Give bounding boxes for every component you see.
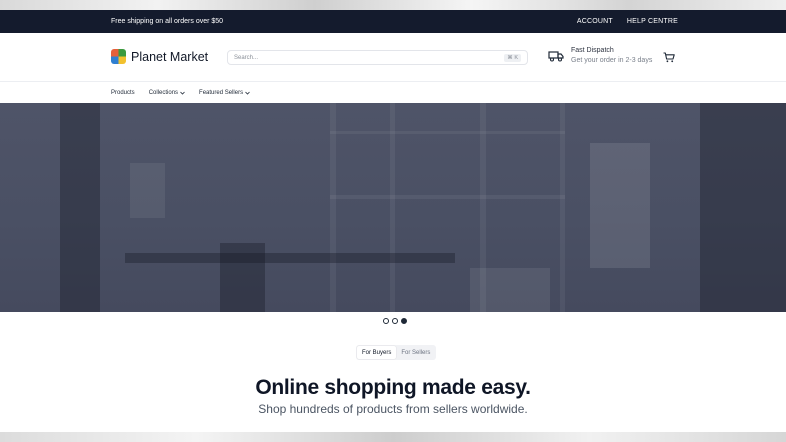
hero-banner-image — [0, 103, 786, 312]
nav-item-products[interactable]: Products — [111, 90, 135, 96]
for-sellers-tab[interactable]: For Sellers — [396, 346, 435, 359]
truck-icon — [548, 50, 564, 62]
for-buyers-tab[interactable]: For Buyers — [357, 346, 397, 359]
utility-links: ACCOUNT HELP CENTRE — [577, 18, 678, 25]
nav-item-collections[interactable]: Collections — [149, 90, 185, 96]
page-edge-top — [0, 0, 786, 10]
page-edge-bottom — [0, 432, 786, 442]
logo-icon — [111, 49, 126, 64]
carousel-indicators — [383, 318, 407, 324]
audience-toggle: For Buyers For Sellers — [356, 345, 437, 360]
help-centre-link[interactable]: HELP CENTRE — [627, 18, 678, 25]
nav-item-label: Featured Sellers — [199, 89, 244, 96]
nav-item-label: Collections — [148, 89, 179, 96]
account-link[interactable]: ACCOUNT — [577, 18, 613, 25]
search-input[interactable]: Search... ⌘ K — [227, 50, 528, 65]
announcement-text: Free shipping on all orders over $50 — [111, 18, 224, 25]
dispatch-info: Fast Dispatch Get your order in 2-3 days — [548, 47, 652, 64]
brand-logo[interactable]: Planet Market — [111, 49, 208, 64]
chevron-down-icon — [245, 91, 250, 95]
carousel-dot[interactable] — [392, 318, 398, 324]
nav-item-featured-sellers[interactable]: Featured Sellers — [199, 90, 250, 96]
page-subheadline: Shop hundreds of products from sellers w… — [258, 402, 528, 416]
carousel-dot-active[interactable] — [401, 318, 407, 324]
main-nav: Products Collections Featured Sellers — [0, 82, 786, 103]
search-shortcut-badge: ⌘ K — [504, 53, 521, 62]
page-headline: Online shopping made easy. — [255, 376, 531, 399]
dispatch-subtitle: Get your order in 2-3 days — [571, 57, 653, 64]
site-header: Planet Market Search... ⌘ K Fast Dispatc… — [0, 33, 786, 82]
announcement-bar: Free shipping on all orders over $50 ACC… — [0, 10, 786, 33]
dispatch-title: Fast Dispatch — [571, 47, 614, 54]
cart-icon[interactable] — [663, 52, 675, 63]
page: Free shipping on all orders over $50 ACC… — [0, 0, 786, 442]
search-placeholder: Search... — [234, 54, 259, 61]
nav-item-label: Products — [111, 89, 135, 96]
chevron-down-icon — [180, 91, 185, 95]
carousel-dot[interactable] — [383, 318, 389, 324]
brand-name: Planet Market — [131, 49, 209, 64]
